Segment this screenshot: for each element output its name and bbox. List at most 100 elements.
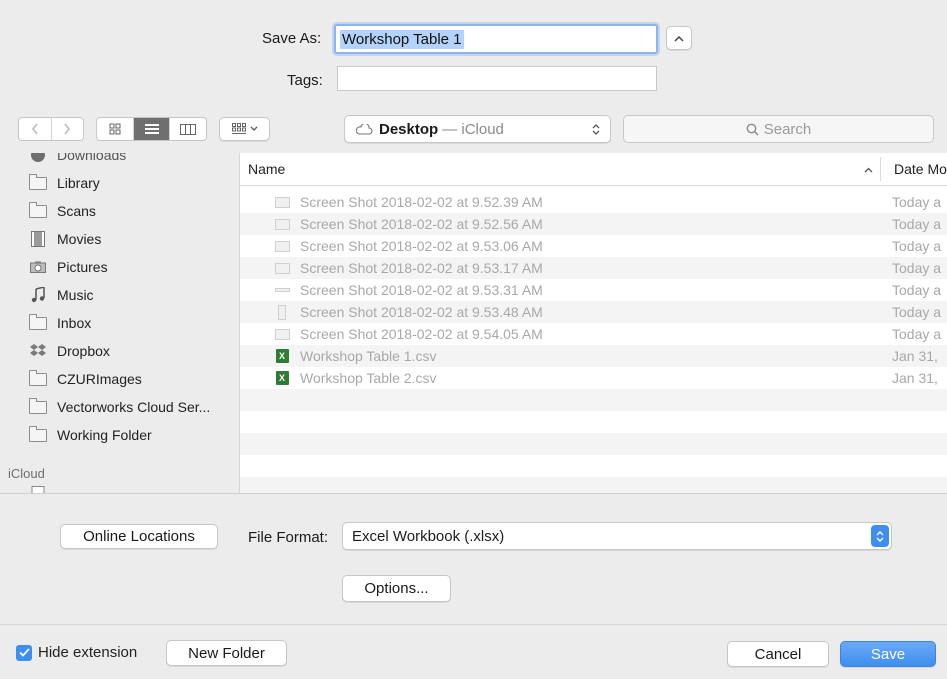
arrange-grid-icon (231, 123, 246, 134)
file-date: Today a (892, 282, 942, 298)
empty-row (240, 411, 947, 433)
online-locations-button[interactable]: Online Locations (60, 524, 218, 549)
sidebar-item-pictures[interactable]: Pictures (28, 259, 108, 275)
film-icon (28, 231, 48, 247)
sidebar-item-czurimages[interactable]: CZURImages (28, 369, 142, 387)
forward-button[interactable] (52, 118, 84, 140)
sidebar-item-dropbox[interactable]: Dropbox (28, 343, 110, 359)
sidebar-item-inbox[interactable]: Inbox (28, 313, 91, 331)
folder-icon (28, 313, 48, 330)
grid-icon (109, 123, 121, 135)
sidebar-item-movies[interactable]: Movies (28, 231, 101, 247)
up-down-chevron-icon (876, 530, 884, 542)
list-icon (144, 124, 159, 134)
location-sub: — iCloud (442, 120, 504, 138)
file-row[interactable]: Screen Shot 2018-02-02 at 9.52.39 AM Tod… (240, 191, 947, 213)
sidebar-item-music[interactable]: Music (28, 287, 94, 303)
back-button[interactable] (19, 118, 52, 140)
image-file-icon (274, 261, 290, 275)
folder-icon (28, 173, 48, 190)
file-date: Jan 31, (892, 348, 938, 364)
file-name: Workshop Table 2.csv (300, 370, 437, 386)
file-row[interactable]: Screen Shot 2018-02-02 at 9.54.05 AM Tod… (240, 323, 947, 345)
sidebar-item-library[interactable]: Library (28, 173, 100, 191)
sidebar-item-label: Working Folder (57, 427, 152, 443)
save-button[interactable]: Save (840, 641, 936, 667)
image-file-icon (274, 239, 290, 253)
new-folder-button[interactable]: New Folder (166, 640, 287, 666)
file-name: Screen Shot 2018-02-02 at 9.53.31 AM (300, 282, 543, 298)
sidebar: Downloads Library Scans Movies Pictures … (0, 153, 240, 493)
downloads-icon (28, 153, 48, 162)
empty-row (240, 433, 947, 455)
file-row[interactable]: Screen Shot 2018-02-02 at 9.52.56 AM Tod… (240, 213, 947, 235)
tags-field[interactable] (337, 66, 657, 91)
collapse-toggle-button[interactable] (666, 26, 692, 50)
image-file-icon (274, 327, 290, 341)
image-file-icon (274, 304, 290, 320)
file-name: Workshop Table 1.csv (300, 348, 437, 364)
options-button[interactable]: Options... (342, 575, 451, 602)
file-row[interactable]: Screen Shot 2018-02-02 at 9.53.31 AM Tod… (240, 279, 947, 301)
file-row[interactable]: Screen Shot 2018-02-02 at 9.53.48 AM Tod… (240, 301, 947, 323)
search-field[interactable]: Search (623, 115, 934, 143)
excel-file-icon: X (274, 371, 290, 385)
column-header-name[interactable]: Name (248, 161, 285, 177)
icon-view-button[interactable] (97, 118, 134, 140)
file-date: Jan 31, (892, 370, 938, 386)
image-file-icon (274, 195, 290, 209)
file-date: Today a (892, 260, 942, 276)
camera-icon (28, 260, 48, 274)
column-divider (880, 157, 881, 181)
dropbox-icon (28, 344, 48, 358)
empty-row (240, 477, 947, 493)
folder-icon (28, 397, 48, 414)
sort-ascending-icon[interactable] (864, 167, 873, 173)
icloud-icon (355, 123, 373, 135)
file-row[interactable]: Screen Shot 2018-02-02 at 9.53.17 AM Tod… (240, 257, 947, 279)
sidebar-item-label: Movies (57, 231, 102, 247)
location-name: Desktop (379, 120, 439, 138)
save-as-field[interactable]: Workshop Table 1 (334, 24, 658, 54)
view-mode-control[interactable] (96, 117, 207, 141)
column-header-date[interactable]: Date Mo (894, 161, 947, 177)
file-row[interactable]: X Workshop Table 2.csv Jan 31, (240, 367, 947, 389)
back-forward-control[interactable] (18, 117, 84, 141)
sidebar-section-icloud: iCloud (8, 466, 45, 481)
file-format-popup[interactable]: Excel Workbook (.xlsx) (342, 522, 892, 550)
chevron-up-icon (674, 35, 684, 42)
image-file-icon (274, 217, 290, 231)
hide-extension-checkbox[interactable]: Hide extension (16, 644, 137, 661)
sidebar-item-vectorworks[interactable]: Vectorworks Cloud Ser... (28, 397, 210, 415)
file-date: Today a (892, 326, 942, 342)
footer-divider (0, 624, 947, 625)
sidebar-item-label: Scans (57, 203, 96, 219)
sidebar-item-working-folder[interactable]: Working Folder (28, 425, 152, 443)
location-popup[interactable]: Desktop — iCloud (344, 115, 611, 143)
empty-row (240, 455, 947, 477)
checkmark-icon[interactable] (16, 644, 32, 661)
file-row[interactable]: Screen Shot 2018-02-02 at 9.53.06 AM Tod… (240, 235, 947, 257)
file-name: Screen Shot 2018-02-02 at 9.52.39 AM (300, 194, 543, 210)
popup-arrows (871, 525, 889, 547)
sidebar-item-scans[interactable]: Scans (28, 201, 96, 219)
file-format-value: Excel Workbook (.xlsx) (352, 527, 505, 545)
column-view-button[interactable] (170, 118, 206, 140)
button-label: Save (870, 645, 906, 663)
excel-file-icon: X (274, 349, 290, 363)
folder-icon (28, 369, 48, 386)
sidebar-item-label: CZURImages (57, 371, 142, 387)
button-label: Cancel (754, 645, 802, 663)
file-list[interactable]: Name Date Mo Screen Shot 2018-02-02 at 9… (240, 153, 947, 493)
cancel-button[interactable]: Cancel (727, 641, 829, 667)
button-label: Options... (364, 580, 429, 597)
file-name: Screen Shot 2018-02-02 at 9.53.06 AM (300, 238, 543, 254)
file-row[interactable]: X Workshop Table 1.csv Jan 31, (240, 345, 947, 367)
list-view-button[interactable] (133, 118, 171, 140)
music-note-icon (28, 287, 48, 303)
folder-icon (28, 425, 48, 442)
file-name: Screen Shot 2018-02-02 at 9.54.05 AM (300, 326, 543, 342)
empty-row (240, 389, 947, 411)
arrange-menu-button[interactable] (219, 117, 270, 141)
sidebar-item-downloads[interactable]: Downloads (28, 153, 126, 163)
